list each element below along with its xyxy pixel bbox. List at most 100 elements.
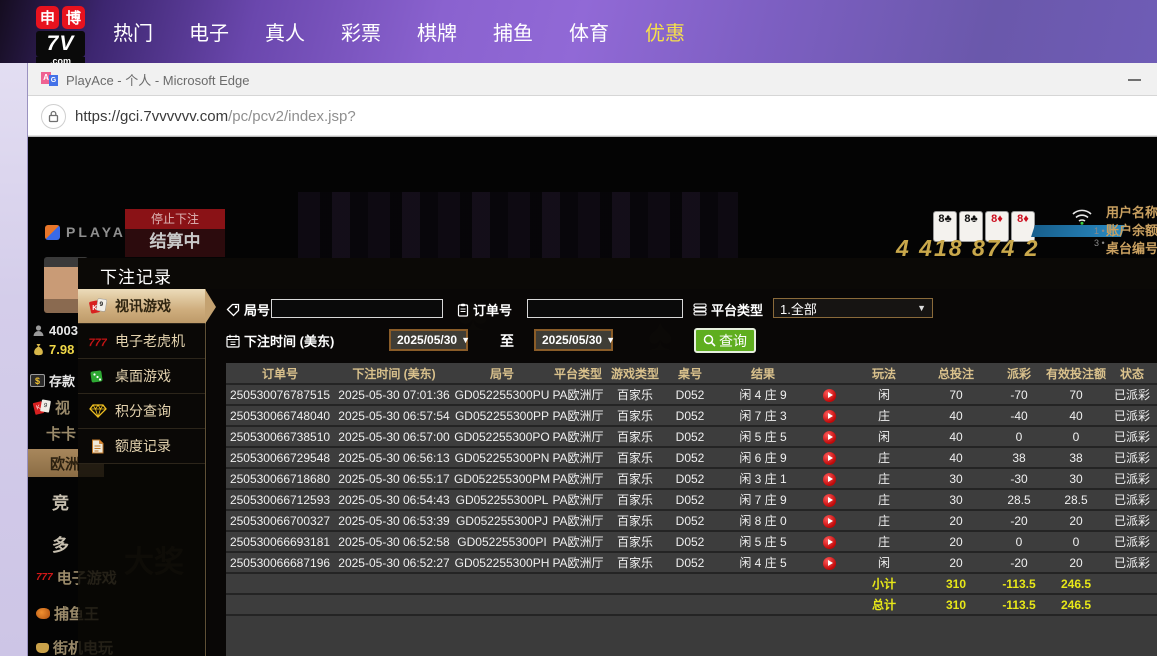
column-header: 局号 [454, 363, 550, 384]
empty-cell [454, 594, 550, 615]
cell: 百家乐 [606, 510, 664, 531]
cell: 2025-05-30 06:52:27 [334, 552, 454, 573]
url-path: /pc/pcv2/index.jsp? [228, 108, 356, 125]
subtotal-row: 小计310-113.5246.5 [226, 573, 1157, 594]
date-from-select[interactable]: 2025/05/30 ▼ [389, 329, 468, 351]
empty-cell [716, 594, 810, 615]
cell: 28.5 [992, 489, 1046, 510]
cell: 闲 4 庄 9 [716, 384, 810, 405]
slot-777-icon: 777 [36, 572, 53, 583]
replay-cell [810, 510, 848, 531]
table-row: 2505300667186802025-05-30 06:55:17GD0522… [226, 468, 1157, 489]
nav-item-5[interactable]: 捕鱼 [490, 17, 536, 46]
stop-betting-label: 停止下注 [125, 209, 225, 229]
search-button[interactable]: 查询 [694, 328, 756, 353]
lock-icon [47, 110, 60, 123]
date-to-select[interactable]: 2025/05/30 ▼ [534, 329, 613, 351]
cell: 20 [920, 552, 992, 573]
nav-item-2[interactable]: 真人 [262, 17, 308, 46]
sidebar-item-sport[interactable]: 竞 [52, 489, 69, 514]
empty-cell [716, 573, 810, 594]
empty-cell [810, 573, 848, 594]
empty-cell [1106, 594, 1157, 615]
tab-label: 额度记录 [115, 436, 171, 456]
empty-cell [606, 594, 664, 615]
tab-视讯游戏[interactable]: K9视讯游戏 [78, 289, 205, 324]
cell: 闲 [848, 552, 920, 573]
to-label: 至 [500, 331, 514, 351]
subtotal-value: 246.5 [1046, 573, 1106, 594]
cell: 闲 5 庄 5 [716, 531, 810, 552]
site-logo[interactable]: 申 博 7V .com [36, 6, 88, 65]
site-info-button[interactable] [41, 104, 66, 129]
cell: 0 [992, 426, 1046, 447]
platform-type-select[interactable]: 1.全部 ▼ [773, 298, 933, 318]
cell: 闲 4 庄 5 [716, 552, 810, 573]
empty-cell [334, 573, 454, 594]
person-icon [32, 324, 45, 337]
deposit-row[interactable]: $ 存款 [30, 371, 75, 390]
replay-cell [810, 531, 848, 552]
cell: 庄 [848, 468, 920, 489]
cell: 40 [920, 405, 992, 426]
cell: 250530066729548 [226, 447, 334, 468]
empty-cell [1106, 573, 1157, 594]
browser-urlbar[interactable]: https://gci.7vvvvvv.com/pc/pcv2/index.js… [28, 96, 1157, 137]
cell: 30 [920, 489, 992, 510]
replay-icon[interactable] [823, 494, 836, 507]
sidebar-item-card[interactable]: 卡卡 [46, 423, 76, 444]
tab-电子老虎机[interactable]: 777电子老虎机 [78, 324, 205, 359]
cell: 250530066738510 [226, 426, 334, 447]
nav-item-6[interactable]: 体育 [566, 17, 612, 46]
site-navbar: 申 博 7V .com 热门 电子 真人 彩票 棋牌 捕鱼 体育 优惠 [0, 0, 1157, 63]
nav-item-3[interactable]: 彩票 [338, 17, 384, 46]
cell: 已派彩 [1106, 489, 1157, 510]
column-header: 有效投注额 [1046, 363, 1106, 384]
logo-badge-bo: 博 [62, 6, 85, 29]
column-header: 游戏类型 [606, 363, 664, 384]
page-content: PLAYACE 停止下注 结算中 8♣8♣8♦8♦ 4 418 874 2 1 … [28, 137, 1157, 656]
nav-item-4[interactable]: 棋牌 [414, 17, 460, 46]
cell: 20 [1046, 510, 1106, 531]
url-text[interactable]: https://gci.7vvvvvv.com/pc/pcv2/index.js… [75, 108, 356, 125]
nav-item-7[interactable]: 优惠 [642, 17, 688, 46]
replay-cell [810, 447, 848, 468]
cell: D052 [664, 531, 716, 552]
replay-icon[interactable] [823, 515, 836, 528]
cards-icon: K9 [88, 298, 107, 315]
replay-icon[interactable] [823, 452, 836, 465]
replay-icon[interactable] [823, 410, 836, 423]
video-games-row[interactable]: K9 视 [34, 397, 70, 418]
replay-icon[interactable] [823, 536, 836, 549]
replay-icon[interactable] [823, 389, 836, 402]
replay-icon[interactable] [823, 431, 836, 444]
order-number-input[interactable] [527, 299, 683, 318]
cell: 20 [920, 531, 992, 552]
panel-content: 局号 订单号 [207, 289, 1157, 656]
video-curtain-backdrop [298, 192, 738, 258]
sidebar-item-multi[interactable]: 多 [52, 531, 69, 556]
cell: -30 [992, 468, 1046, 489]
tab-桌面游戏[interactable]: 桌面游戏 [78, 359, 205, 394]
total-value: 310 [920, 594, 992, 615]
nav-item-1[interactable]: 电子 [186, 17, 232, 46]
table-digits: 1 •3 • [1094, 225, 1105, 249]
tab-额度记录[interactable]: 额度记录 [78, 429, 205, 464]
cell: 250530066712593 [226, 489, 334, 510]
cell: 已派彩 [1106, 510, 1157, 531]
window-titlebar: AG PlayAce - 个人 - Microsoft Edge [28, 63, 1157, 96]
empty-cell [810, 594, 848, 615]
minimize-button[interactable] [1128, 79, 1141, 81]
logo-7v: 7V [36, 31, 85, 57]
cards-icon: K9 [34, 400, 51, 415]
nav-item-0[interactable]: 热门 [110, 17, 156, 46]
replay-icon[interactable] [823, 473, 836, 486]
round-number-input[interactable] [271, 299, 443, 318]
money-bag-icon [32, 343, 45, 357]
calendar-icon [226, 334, 240, 348]
cell: GD052255300PP [454, 405, 550, 426]
tab-积分查询[interactable]: 积分查询 [78, 394, 205, 429]
cell: D052 [664, 489, 716, 510]
replay-icon[interactable] [823, 557, 836, 570]
cell: 70 [1046, 384, 1106, 405]
